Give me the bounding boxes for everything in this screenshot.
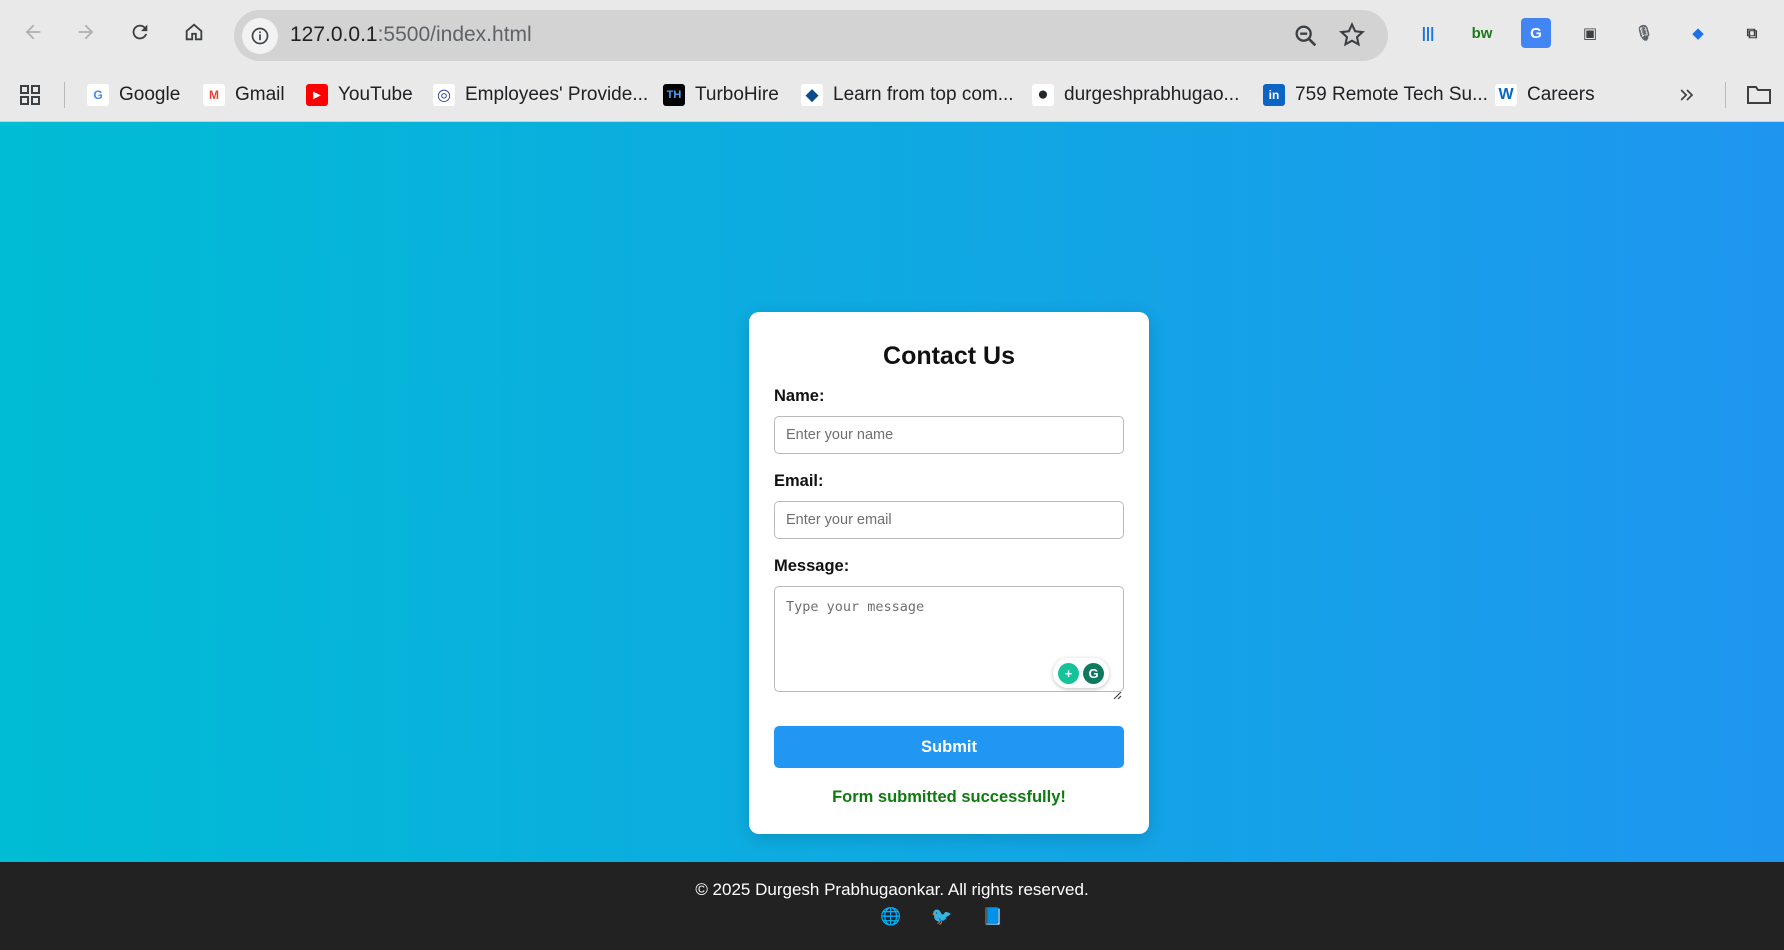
- bookmarks-bar: G Google M Gmail ▶ YouTube ◎ Employees' …: [0, 70, 1784, 122]
- name-label: Name:: [774, 387, 825, 405]
- turbohire-icon: TH: [663, 84, 685, 106]
- bookmark-github[interactable]: ● durgeshprabhugao...: [1032, 80, 1239, 110]
- bookmark-star-icon[interactable]: [1338, 21, 1366, 49]
- forward-button[interactable]: [68, 14, 104, 50]
- grammarly-widget[interactable]: + G: [1053, 658, 1109, 688]
- browser-toolbar: 127.0.0.1:5500/index.html ||| bw G ▣ 🎙 ◆…: [0, 0, 1784, 70]
- bookmark-label: durgeshprabhugao...: [1064, 84, 1240, 105]
- bookmark-label: TurboHire: [695, 84, 779, 105]
- bookmark-separator: [64, 82, 65, 108]
- home-button[interactable]: [176, 14, 212, 50]
- resize-handle-icon[interactable]: [1112, 690, 1122, 700]
- reload-icon: [132, 24, 148, 40]
- site-info-icon[interactable]: [242, 18, 278, 54]
- github-icon: ●: [1032, 84, 1054, 106]
- bookmark-separator: [1725, 82, 1726, 108]
- email-label: Email:: [774, 472, 824, 490]
- microphone-icon[interactable]: 🎙: [1629, 18, 1659, 48]
- apps-grid-icon[interactable]: [18, 80, 42, 110]
- bookmark-turbohire[interactable]: TH TurboHire: [663, 80, 779, 110]
- bookmarks-overflow-icon[interactable]: [1677, 80, 1697, 110]
- google-icon: G: [87, 84, 109, 106]
- forward-arrow-icon: [78, 24, 94, 40]
- email-input[interactable]: [774, 501, 1124, 539]
- bookmark-youtube[interactable]: ▶ YouTube: [306, 80, 413, 110]
- barcode-extension-icon[interactable]: |||: [1413, 18, 1443, 48]
- form-title: Contact Us: [883, 342, 1015, 370]
- bookmark-learn-from-top[interactable]: ◆ Learn from top com...: [801, 80, 1014, 110]
- blue-extension-icon[interactable]: ◆: [1683, 18, 1713, 48]
- address-bar[interactable]: 127.0.0.1:5500/index.html: [234, 10, 1388, 61]
- learning-site-icon: ◆: [801, 84, 823, 106]
- gmail-icon: M: [203, 84, 225, 106]
- extensions-puzzle-icon[interactable]: ⧉: [1737, 18, 1767, 48]
- linkedin-icon: in: [1263, 84, 1285, 106]
- all-bookmarks-folder-icon[interactable]: [1746, 80, 1772, 110]
- social-links: 🌐 🐦 📘: [880, 906, 1004, 928]
- bookmark-label: Gmail: [235, 84, 285, 105]
- message-label: Message:: [774, 557, 850, 575]
- bookmark-google[interactable]: G Google: [87, 80, 180, 110]
- epfo-icon: ◎: [433, 84, 455, 106]
- book-icon[interactable]: 📘: [982, 906, 1004, 928]
- bookmark-label: YouTube: [338, 84, 413, 105]
- back-button[interactable]: [15, 14, 51, 50]
- youtube-icon: ▶: [306, 84, 328, 106]
- home-icon: [185, 23, 203, 41]
- bookmark-label: 759 Remote Tech Su...: [1295, 84, 1488, 105]
- google-translate-icon[interactable]: G: [1521, 18, 1551, 48]
- back-arrow-icon: [25, 24, 41, 40]
- contact-form-card: Contact Us Name: Email: Message: + G Sub…: [749, 312, 1149, 834]
- bookmark-label: Careers: [1527, 84, 1595, 105]
- lightbulb-icon[interactable]: +: [1058, 662, 1079, 684]
- bookmark-linkedin[interactable]: in 759 Remote Tech Su...: [1263, 80, 1488, 110]
- url-path: :5500/index.html: [377, 23, 532, 46]
- name-input[interactable]: [774, 416, 1124, 454]
- bird-icon[interactable]: 🐦: [931, 906, 953, 928]
- workday-icon: W: [1495, 84, 1517, 106]
- copyright-text: © 2025 Durgesh Prabhugaonkar. All rights…: [695, 880, 1089, 899]
- success-message: Form submitted successfully!: [832, 788, 1066, 806]
- zoom-icon[interactable]: [1292, 22, 1320, 50]
- bookmark-careers[interactable]: W Careers: [1495, 80, 1595, 110]
- reader-extension-icon[interactable]: ▣: [1575, 18, 1605, 48]
- address-url[interactable]: 127.0.0.1:5500/index.html: [290, 23, 532, 47]
- bookmark-gmail[interactable]: M Gmail: [203, 80, 285, 110]
- globe-icon[interactable]: 🌐: [880, 906, 902, 928]
- bookmark-label: Learn from top com...: [833, 84, 1014, 105]
- bw-extension-icon[interactable]: bw: [1467, 18, 1497, 48]
- footer: © 2025 Durgesh Prabhugaonkar. All rights…: [0, 862, 1784, 950]
- bookmark-label: Employees' Provide...: [465, 84, 649, 105]
- grammarly-icon[interactable]: G: [1083, 662, 1104, 684]
- url-host: 127.0.0.1: [290, 23, 378, 46]
- reload-button[interactable]: [122, 14, 158, 50]
- submit-button[interactable]: Submit: [774, 726, 1124, 768]
- bookmark-employees-provident[interactable]: ◎ Employees' Provide...: [433, 80, 648, 110]
- bookmark-label: Google: [119, 84, 181, 105]
- page-background: Contact Us Name: Email: Message: + G Sub…: [0, 122, 1784, 862]
